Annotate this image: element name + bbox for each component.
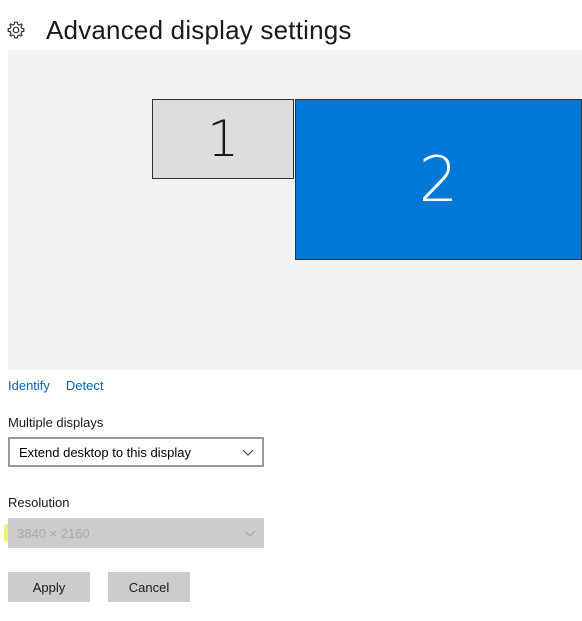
chevron-down-icon	[241, 445, 255, 459]
display-1-tile[interactable]: 1	[152, 99, 294, 179]
display-2-tile[interactable]: 2	[295, 99, 582, 260]
chevron-down-icon	[243, 526, 257, 540]
display-links: Identify Detect	[8, 378, 104, 393]
page-header: Advanced display settings	[6, 12, 352, 48]
gear-icon	[6, 20, 26, 40]
resolution-value: 3840 × 2160	[17, 525, 90, 541]
apply-button[interactable]: Apply	[8, 572, 90, 602]
identify-link[interactable]: Identify	[8, 378, 50, 393]
cancel-button[interactable]: Cancel	[108, 572, 190, 602]
display-arrangement[interactable]: 1 2	[8, 50, 582, 370]
multiple-displays-value: Extend desktop to this display	[19, 444, 191, 460]
resolution-label: Resolution	[8, 495, 70, 510]
multiple-displays-dropdown[interactable]: Extend desktop to this display	[8, 437, 264, 467]
detect-link[interactable]: Detect	[66, 378, 104, 393]
resolution-dropdown: 3840 × 2160	[8, 518, 264, 548]
page-title: Advanced display settings	[46, 14, 352, 45]
multiple-displays-label: Multiple displays	[8, 415, 104, 430]
